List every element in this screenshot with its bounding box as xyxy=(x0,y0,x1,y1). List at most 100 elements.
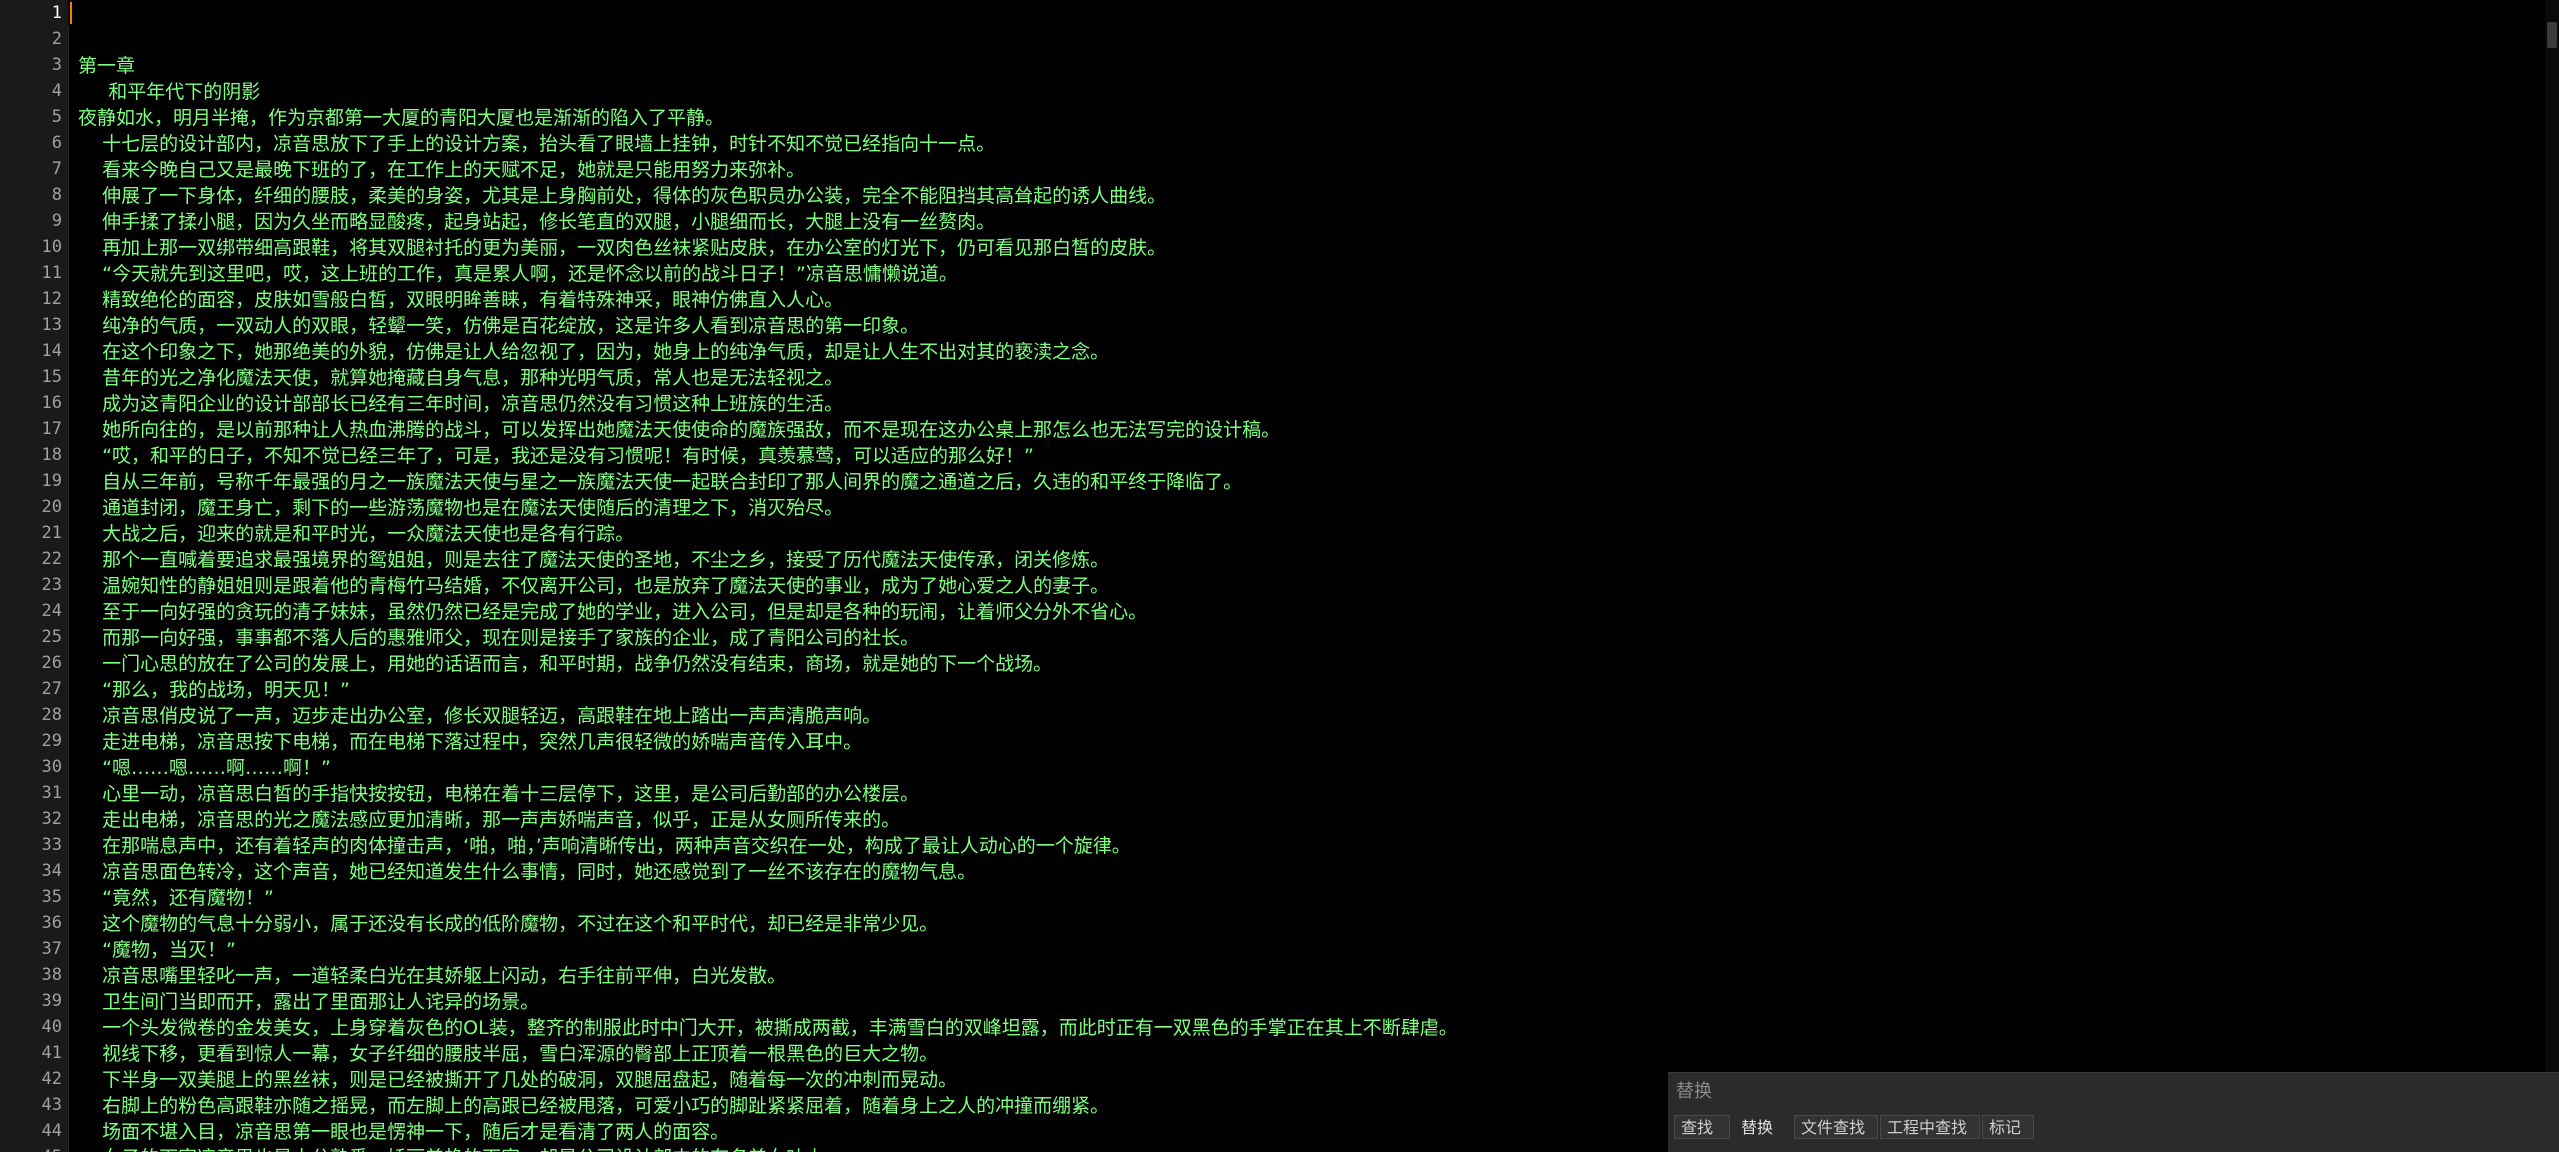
find-replace-panel: 替换 查找 替换 文件查找 工程中查找 标记 xyxy=(1668,1072,2559,1152)
text-line[interactable]: 凉音思嘴里轻叱一声，一道轻柔白光在其娇躯上闪动，右手往前平伸，白光发散。 xyxy=(78,963,786,989)
text-line[interactable]: 伸手揉了揉小腿，因为久坐而略显酸疼，起身站起，修长笔直的双腿，小腿细而长，大腿上… xyxy=(78,209,995,235)
line-number: 22 xyxy=(41,549,62,569)
text-line[interactable]: “今天就先到这里吧，哎，这上班的工作，真是累人啊，还是怀念以前的战斗日子！”凉音… xyxy=(78,261,958,287)
line-number: 38 xyxy=(41,965,62,985)
line-number: 44 xyxy=(41,1121,62,1141)
tab-mark[interactable]: 标记 xyxy=(1982,1115,2034,1139)
line-number: 9 xyxy=(51,211,62,231)
line-number: 25 xyxy=(41,627,62,647)
line-number: 5 xyxy=(51,107,62,127)
text-line[interactable]: 至于一向好强的贪玩的清子妹妹，虽然仍然已经是完成了她的学业，进入公司，但是却是各… xyxy=(78,599,1147,625)
line-number: 7 xyxy=(51,159,62,179)
text-line[interactable]: 凉音思面色转冷，这个声音，她已经知道发生什么事情，同时，她还感觉到了一丝不该存在… xyxy=(78,859,976,885)
line-number: 10 xyxy=(41,237,62,257)
text-line[interactable]: “那么，我的战场，明天见！” xyxy=(78,677,350,703)
text-line[interactable]: “魔物，当灭！” xyxy=(78,937,236,963)
scrollbar-thumb[interactable] xyxy=(2547,22,2557,48)
text-line[interactable]: 自从三年前，号称千年最强的月之一族魔法天使与星之一族魔法天使一起联合封印了那人间… xyxy=(78,469,1242,495)
line-number: 17 xyxy=(41,419,62,439)
text-line[interactable]: 走进电梯，凉音思按下电梯，而在电梯下落过程中，突然几声很轻微的娇喘声音传入耳中。 xyxy=(78,729,862,755)
text-line[interactable]: 这个魔物的气息十分弱小，属于还没有长成的低阶魔物，不过在这个和平时代，却已经是非… xyxy=(78,911,938,937)
text-line[interactable]: 第一章 xyxy=(78,53,135,79)
text-line[interactable]: “竟然，还有魔物！” xyxy=(78,885,274,911)
text-line[interactable]: 伸展了一下身体，纤细的腰肢，柔美的身姿，尤其是上身胸前处，得体的灰色职员办公装，… xyxy=(78,183,1166,209)
tab-find-in-files[interactable]: 文件查找 xyxy=(1794,1115,1878,1139)
text-line[interactable]: 场面不堪入目，凉音思第一眼也是愣神一下，随后才是看清了两人的面容。 xyxy=(78,1119,729,1145)
text-line[interactable]: 心里一动，凉音思白皙的手指快按按钮，电梯在着十三层停下，这里，是公司后勤部的办公… xyxy=(78,781,919,807)
line-number: 24 xyxy=(41,601,62,621)
line-number: 29 xyxy=(41,731,62,751)
text-editor[interactable]: 1 2 3 4 5 6 7 8 9 10 11 12 13 14 15 16 17 18 19 20 21 22 23 24 2… xyxy=(0,0,2559,1152)
text-line[interactable]: 而那一向好强，事事都不落人后的惠雅师父，现在则是接手了家族的企业，成了青阳公司的… xyxy=(78,625,919,651)
tab-find[interactable]: 查找 xyxy=(1674,1115,1730,1139)
text-line[interactable]: 和平年代下的阴影 xyxy=(78,79,260,105)
text-line[interactable]: 十七层的设计部内，凉音思放下了手上的设计方案，抬头看了眼墙上挂钟，时针不知不觉已… xyxy=(78,131,995,157)
line-number: 26 xyxy=(41,653,62,673)
text-line[interactable]: 右脚上的粉色高跟鞋亦随之摇晃，而左脚上的高跟已经被甩落，可爱小巧的脚趾紧紧屈着，… xyxy=(78,1093,1109,1119)
line-number: 12 xyxy=(41,289,62,309)
text-area[interactable]: 第一章 和平年代下的阴影 夜静如水，明月半掩，作为京都第一大厦的青阳大厦也是渐渐的… xyxy=(78,0,2545,1152)
text-line[interactable]: 走出电梯，凉音思的光之魔法感应更加清晰，那一声声娇喘声音，似乎，正是从女厕所传来… xyxy=(78,807,900,833)
line-number: 32 xyxy=(41,809,62,829)
line-number: 28 xyxy=(41,705,62,725)
line-number: 20 xyxy=(41,497,62,517)
text-line[interactable]: 视线下移，更看到惊人一幕，女子纤细的腰肢半屈，雪白浑源的臀部上正顶着一根黑色的巨… xyxy=(78,1041,938,1067)
text-line[interactable]: 下半身一双美腿上的黑丝袜，则是已经被撕开了几处的破洞，双腿屈盘起，随着每一次的冲… xyxy=(78,1067,957,1093)
line-number: 18 xyxy=(41,445,62,465)
line-number: 4 xyxy=(51,81,62,101)
line-number: 33 xyxy=(41,835,62,855)
line-number: 37 xyxy=(41,939,62,959)
text-line[interactable]: 再加上那一双绑带细高跟鞋，将其双腿衬托的更为美丽，一双肉色丝袜紧贴皮肤，在办公室… xyxy=(78,235,1166,261)
text-line[interactable]: 凉音思俏皮说了一声，迈步走出办公室，修长双腿轻迈，高跟鞋在地上踏出一声声清脆声响… xyxy=(78,703,881,729)
line-number: 41 xyxy=(41,1043,62,1063)
line-number: 36 xyxy=(41,913,62,933)
vertical-scrollbar[interactable] xyxy=(2545,0,2559,1152)
text-line[interactable]: 她所向往的，是以前那种让人热血沸腾的战斗，可以发挥出她魔法天使使命的魔族强敌，而… xyxy=(78,417,1280,443)
line-number: 34 xyxy=(41,861,62,881)
text-line[interactable]: 那个一直喊着要追求最强境界的鸳姐姐，则是去往了魔法天使的圣地，不尘之乡，接受了历… xyxy=(78,547,1109,573)
line-number: 39 xyxy=(41,991,62,1011)
text-line[interactable]: 通道封闭，魔王身亡，剩下的一些游荡魔物也是在魔法天使随后的清理之下，消灭殆尽。 xyxy=(78,495,843,521)
line-number: 15 xyxy=(41,367,62,387)
text-line[interactable]: 在这个印象之下，她那绝美的外貌，仿佛是让人给忽视了，因为，她身上的纯净气质，却是… xyxy=(78,339,1109,365)
text-line[interactable]: 一个头发微卷的金发美女，上身穿着灰色的OL装，整齐的制服此时中门大开，被撕成两截… xyxy=(78,1015,1458,1041)
text-line[interactable]: 成为这青阳企业的设计部部长已经有三年时间，凉音思仍然没有习惯这种上班族的生活。 xyxy=(78,391,843,417)
tab-replace[interactable]: 替换 xyxy=(1734,1115,1790,1139)
text-caret xyxy=(70,2,72,24)
text-line[interactable]: “哎，和平的日子，不知不觉已经三年了，可是，我还是没有习惯呢！有时候，真羡慕莺，… xyxy=(78,443,1034,469)
text-line[interactable]: 在那喘息声中，还有着轻声的肉体撞击声，‘啪，啪，’声响清晰传出，两种声音交织在一… xyxy=(78,833,1131,859)
line-number: 40 xyxy=(41,1017,62,1037)
line-number-gutter: 1 2 3 4 5 6 7 8 9 10 11 12 13 14 15 16 17 18 19 20 21 22 23 24 2… xyxy=(0,0,69,1152)
line-number: 23 xyxy=(41,575,62,595)
line-number: 30 xyxy=(41,757,62,777)
text-line[interactable]: 一门心思的放在了公司的发展上，用她的话语而言，和平时期，战争仍然没有结束，商场，… xyxy=(78,651,1052,677)
text-line[interactable]: 夜静如水，明月半掩，作为京都第一大厦的青阳大厦也是渐渐的陷入了平静。 xyxy=(78,105,724,131)
line-number: 8 xyxy=(51,185,62,205)
text-line[interactable]: 纯净的气质，一双动人的双眼，轻颦一笑，仿佛是百花绽放，这是许多人看到凉音思的第一… xyxy=(78,313,919,339)
text-line[interactable]: 昔年的光之净化魔法天使，就算她掩藏自身气息，那种光明气质，常人也是无法轻视之。 xyxy=(78,365,843,391)
line-number: 43 xyxy=(41,1095,62,1115)
text-line[interactable]: “嗯……嗯……啊……啊！” xyxy=(78,755,331,781)
line-number: 1 xyxy=(51,3,62,23)
line-number: 21 xyxy=(41,523,62,543)
line-number: 11 xyxy=(41,263,62,283)
line-number: 13 xyxy=(41,315,62,335)
line-number: 42 xyxy=(41,1069,62,1089)
find-panel-title: 替换 xyxy=(1676,1081,1712,1102)
text-line[interactable]: 精致绝伦的面容，皮肤如雪般白皙，双眼明眸善睐，有着特殊神采，眼神仿佛直入人心。 xyxy=(78,287,843,313)
line-number: 3 xyxy=(51,55,62,75)
line-number: 19 xyxy=(41,471,62,491)
line-number: 45 xyxy=(0,1144,62,1152)
line-number: 27 xyxy=(41,679,62,699)
line-number: 31 xyxy=(41,783,62,803)
line-number: 16 xyxy=(41,393,62,413)
line-number: 2 xyxy=(51,29,62,49)
tab-find-in-project[interactable]: 工程中查找 xyxy=(1880,1115,1980,1139)
line-number: 6 xyxy=(51,133,62,153)
line-number: 14 xyxy=(41,341,62,361)
text-line[interactable]: 女子的面容凉音思也是十分熟悉，娇丽美艳的面容，却是公司设计部内的有名美女叶山 xyxy=(78,1145,824,1152)
text-line[interactable]: 温婉知性的静姐姐则是跟着他的青梅竹马结婚，不仅离开公司，也是放弃了魔法天使的事业… xyxy=(78,573,1109,599)
text-line[interactable]: 看来今晚自己又是最晚下班的了，在工作上的天赋不足，她就是只能用努力来弥补。 xyxy=(78,157,805,183)
text-line[interactable]: 大战之后，迎来的就是和平时光，一众魔法天使也是各有行踪。 xyxy=(78,521,634,547)
text-line[interactable]: 卫生间门当即而开，露出了里面那让人诧异的场景。 xyxy=(78,989,539,1015)
